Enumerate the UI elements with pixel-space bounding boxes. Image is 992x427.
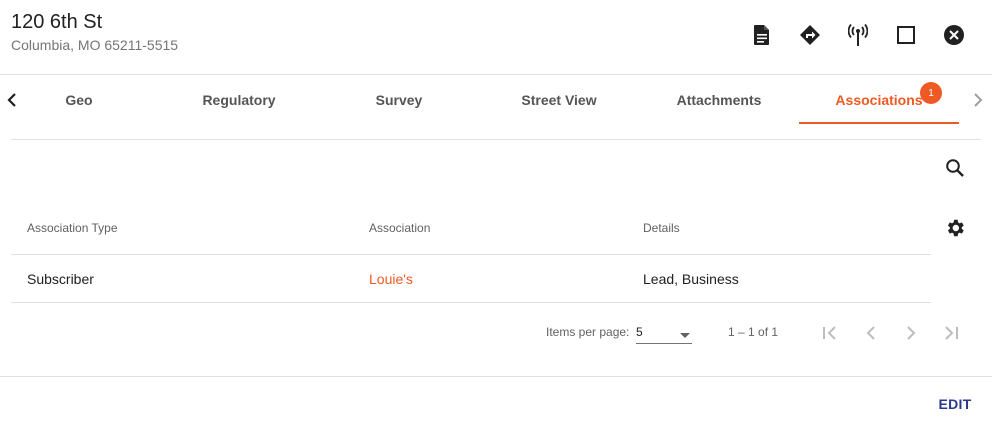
tab-regulatory[interactable]: Regulatory (159, 75, 319, 124)
antenna-icon[interactable] (834, 21, 882, 49)
column-header-association[interactable]: Association (369, 221, 430, 235)
cell-association-type: Subscriber (27, 271, 94, 287)
associations-table: Association Type Association Details Sub… (11, 200, 931, 303)
tab-survey[interactable]: Survey (319, 75, 479, 124)
directions-icon[interactable] (786, 21, 834, 49)
column-header-details[interactable]: Details (643, 221, 680, 235)
gear-icon[interactable] (941, 214, 969, 242)
first-page-icon[interactable] (815, 318, 845, 348)
next-page-icon[interactable] (896, 318, 926, 348)
tab-bar: Geo Regulatory Survey Street View Attach… (0, 75, 992, 124)
items-per-page-label: Items per page: (546, 325, 630, 339)
tab-street-view[interactable]: Street View (479, 75, 639, 124)
record-header: 120 6th St Columbia, MO 65211-5515 (0, 0, 992, 75)
tab-attachments[interactable]: Attachments (639, 75, 799, 124)
table-row[interactable]: Subscriber Louie's Lead, Business (11, 255, 931, 303)
search-icon[interactable] (941, 154, 969, 182)
edit-button[interactable]: EDIT (928, 392, 982, 416)
maximize-icon[interactable] (882, 21, 930, 49)
associations-count-badge: 1 (920, 82, 942, 104)
items-per-page-select[interactable]: 5 (636, 322, 692, 344)
previous-page-icon[interactable] (856, 318, 886, 348)
footer-divider (0, 376, 992, 377)
cell-association-link[interactable]: Louie's (369, 271, 413, 287)
tabs-divider (11, 139, 981, 140)
address-subtitle: Columbia, MO 65211-5515 (11, 37, 179, 53)
close-icon[interactable] (930, 21, 978, 49)
chevron-down-icon (678, 327, 692, 345)
last-page-icon[interactable] (936, 318, 966, 348)
paginator: Items per page: 5 1 – 1 of 1 (0, 318, 992, 348)
document-icon[interactable] (738, 21, 786, 49)
tab-scroll-left-icon[interactable] (0, 75, 24, 124)
tab-associations[interactable]: Associations 1 (799, 75, 959, 124)
items-per-page-value: 5 (636, 325, 643, 339)
table-header: Association Type Association Details (11, 200, 931, 255)
header-toolbar (738, 21, 978, 49)
tab-scroll-right-icon[interactable] (966, 75, 990, 124)
tab-associations-label: Associations (835, 91, 923, 108)
page-range: 1 – 1 of 1 (728, 325, 779, 339)
address-title: 120 6th St (11, 11, 103, 33)
tab-geo[interactable]: Geo (28, 75, 130, 124)
column-header-association-type[interactable]: Association Type (27, 221, 118, 235)
cell-details: Lead, Business (643, 271, 739, 287)
